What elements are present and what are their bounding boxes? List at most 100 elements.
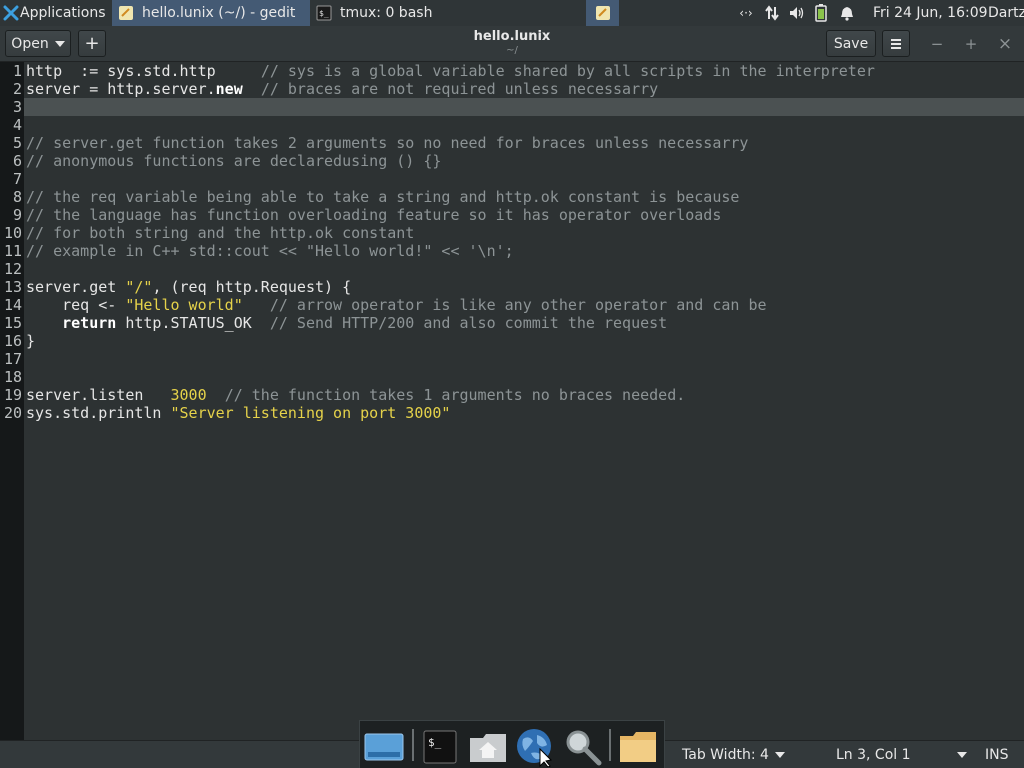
- code-line[interactable]: 5// server.get function takes 2 argument…: [0, 134, 1024, 152]
- minimize-button[interactable]: −: [927, 34, 947, 54]
- transfer-icon[interactable]: [760, 0, 784, 26]
- code-token-comment: // for both string and the http.ok const…: [26, 224, 415, 242]
- task-gedit[interactable]: hello.lunix (~/) - gedit: [112, 0, 310, 26]
- clock[interactable]: Fri 24 Jun, 16:09: [873, 0, 988, 26]
- line-number: 7: [12, 170, 22, 188]
- line-number: 10: [3, 224, 22, 242]
- user-menu[interactable]: Dartz: [988, 0, 1024, 26]
- tab-width-label: Tab Width: 4: [682, 747, 769, 763]
- code-line[interactable]: 14 req <- "Hello world" // arrow operato…: [0, 296, 1024, 314]
- open-label: Open: [11, 35, 49, 52]
- close-button[interactable]: ×: [995, 34, 1015, 54]
- code-token-plain: req <-: [26, 296, 126, 314]
- system-tray: ‹·›: [732, 0, 860, 26]
- text-editor[interactable]: 1 http := sys.std.http // sys is a global…: [0, 62, 1024, 740]
- code-line[interactable]: 20 sys.std.println "Server listening on p…: [0, 404, 1024, 422]
- code-text: http := sys.std.http // sys is a global …: [26, 62, 875, 80]
- code-token-string: "Hello world": [125, 296, 243, 314]
- open-button[interactable]: Open: [5, 30, 71, 57]
- code-line[interactable]: 16}: [0, 332, 1024, 350]
- hamburger-menu-icon: [891, 38, 901, 49]
- home-folder-icon[interactable]: [468, 727, 508, 767]
- code-line[interactable]: 15 return http.STATUS_OK // Send HTTP/20…: [0, 314, 1024, 332]
- code-token-plain: }: [26, 332, 36, 350]
- line-number: 4: [12, 116, 22, 134]
- line-number: 11: [3, 242, 22, 260]
- line-number: 8: [12, 188, 22, 206]
- code-line[interactable]: 17: [0, 350, 1024, 368]
- code-token-comment: // arrow operator is like any other oper…: [269, 296, 767, 314]
- code-text: server.listen 3000 // the function takes…: [26, 386, 685, 404]
- workspace-gedit-button[interactable]: [586, 0, 619, 26]
- code-token-plain: , (req http.Request) {: [152, 278, 352, 296]
- file-manager-icon[interactable]: [618, 727, 658, 767]
- insert-mode-indicator: INS: [985, 747, 1009, 763]
- code-line[interactable]: 19 server.listen 3000 // the function tak…: [0, 386, 1024, 404]
- code-text: // server.get function takes 2 arguments…: [26, 134, 748, 152]
- code-token-comment: // example in C++ std::cout << "Hello wo…: [26, 242, 514, 260]
- cursor-position-label: Ln 3, Col 1: [836, 747, 911, 763]
- code-token-plain: http := sys.std.http: [26, 62, 261, 80]
- window-title: hello.lunix ~/: [412, 26, 612, 56]
- search-icon[interactable]: [563, 727, 603, 767]
- code-line[interactable]: 18: [0, 368, 1024, 386]
- code-line[interactable]: 2 server = http.server.new // braces are …: [0, 80, 1024, 98]
- battery-icon[interactable]: [808, 0, 834, 26]
- network-arrows-icon[interactable]: ‹·›: [732, 0, 760, 26]
- code-line[interactable]: 9// the language has function overloadin…: [0, 206, 1024, 224]
- task-label: tmux: 0 bash: [340, 5, 433, 21]
- code-line[interactable]: 1 http := sys.std.http // sys is a global…: [0, 62, 1024, 80]
- line-number: 16: [3, 332, 22, 350]
- notification-bell-icon[interactable]: [834, 0, 860, 26]
- code-line[interactable]: 4: [0, 116, 1024, 134]
- maximize-button[interactable]: +: [961, 34, 981, 54]
- code-text: sys.std.println "Server listening on por…: [26, 404, 450, 422]
- terminal-icon[interactable]: $_: [420, 727, 460, 767]
- dock-separator: [609, 729, 611, 761]
- code-text: // the language has function overloading…: [26, 206, 721, 224]
- code-line[interactable]: 8// the req variable being able to take …: [0, 188, 1024, 206]
- volume-icon[interactable]: [784, 0, 808, 26]
- line-number: 13: [3, 278, 22, 296]
- code-line[interactable]: 10// for both string and the http.ok con…: [0, 224, 1024, 242]
- terminal-icon: $_: [316, 5, 332, 21]
- xfce-logo-icon: [2, 4, 20, 22]
- text-editor-icon: [595, 5, 611, 21]
- code-text: // the req variable being able to take a…: [26, 188, 739, 206]
- show-desktop-icon[interactable]: [364, 727, 404, 767]
- task-tmux[interactable]: $_ tmux: 0 bash: [310, 0, 510, 26]
- text-editor-icon: [118, 5, 134, 21]
- document-title: hello.lunix: [473, 29, 551, 44]
- applications-menu[interactable]: Applications ⋮: [0, 0, 122, 26]
- code-line[interactable]: 6// anonymous functions are declaredusin…: [0, 152, 1024, 170]
- tab-width-selector[interactable]: Tab Width: 4: [682, 741, 785, 768]
- code-token-number: 3000: [170, 386, 207, 404]
- code-text: server.get "/", (req http.Request) {: [26, 278, 351, 296]
- code-token-plain: http.STATUS_OK: [116, 314, 270, 332]
- line-number: 14: [3, 296, 22, 314]
- dock: $_: [359, 720, 665, 768]
- task-label: hello.lunix (~/) - gedit: [142, 5, 296, 21]
- code-token-plain: server = http.server.: [26, 80, 216, 98]
- new-tab-button[interactable]: +: [78, 30, 106, 57]
- web-browser-icon[interactable]: [515, 727, 555, 767]
- code-token-comment: // anonymous functions are declaredusing…: [26, 152, 442, 170]
- code-token-comment: // braces are not required unless necess…: [260, 80, 659, 98]
- cursor-position-selector[interactable]: Ln 3, Col 1: [836, 741, 967, 768]
- hamburger-menu-button[interactable]: [882, 30, 910, 57]
- code-line[interactable]: 12: [0, 260, 1024, 278]
- code-text: server = http.server.new // braces are n…: [26, 80, 658, 98]
- code-token-comment: // sys is a global variable shared by al…: [260, 62, 875, 80]
- code-token-plain: sys.std.println: [26, 404, 171, 422]
- line-number: 12: [3, 260, 22, 278]
- code-line[interactable]: 3: [0, 98, 1024, 116]
- code-token-keyword: return: [62, 314, 117, 332]
- save-button[interactable]: Save: [826, 30, 876, 57]
- code-token-comment: // the function takes 1 arguments no bra…: [224, 386, 686, 404]
- code-line[interactable]: 7: [0, 170, 1024, 188]
- code-line[interactable]: 11// example in C++ std::cout << "Hello …: [0, 242, 1024, 260]
- code-line[interactable]: 13 server.get "/", (req http.Request) {: [0, 278, 1024, 296]
